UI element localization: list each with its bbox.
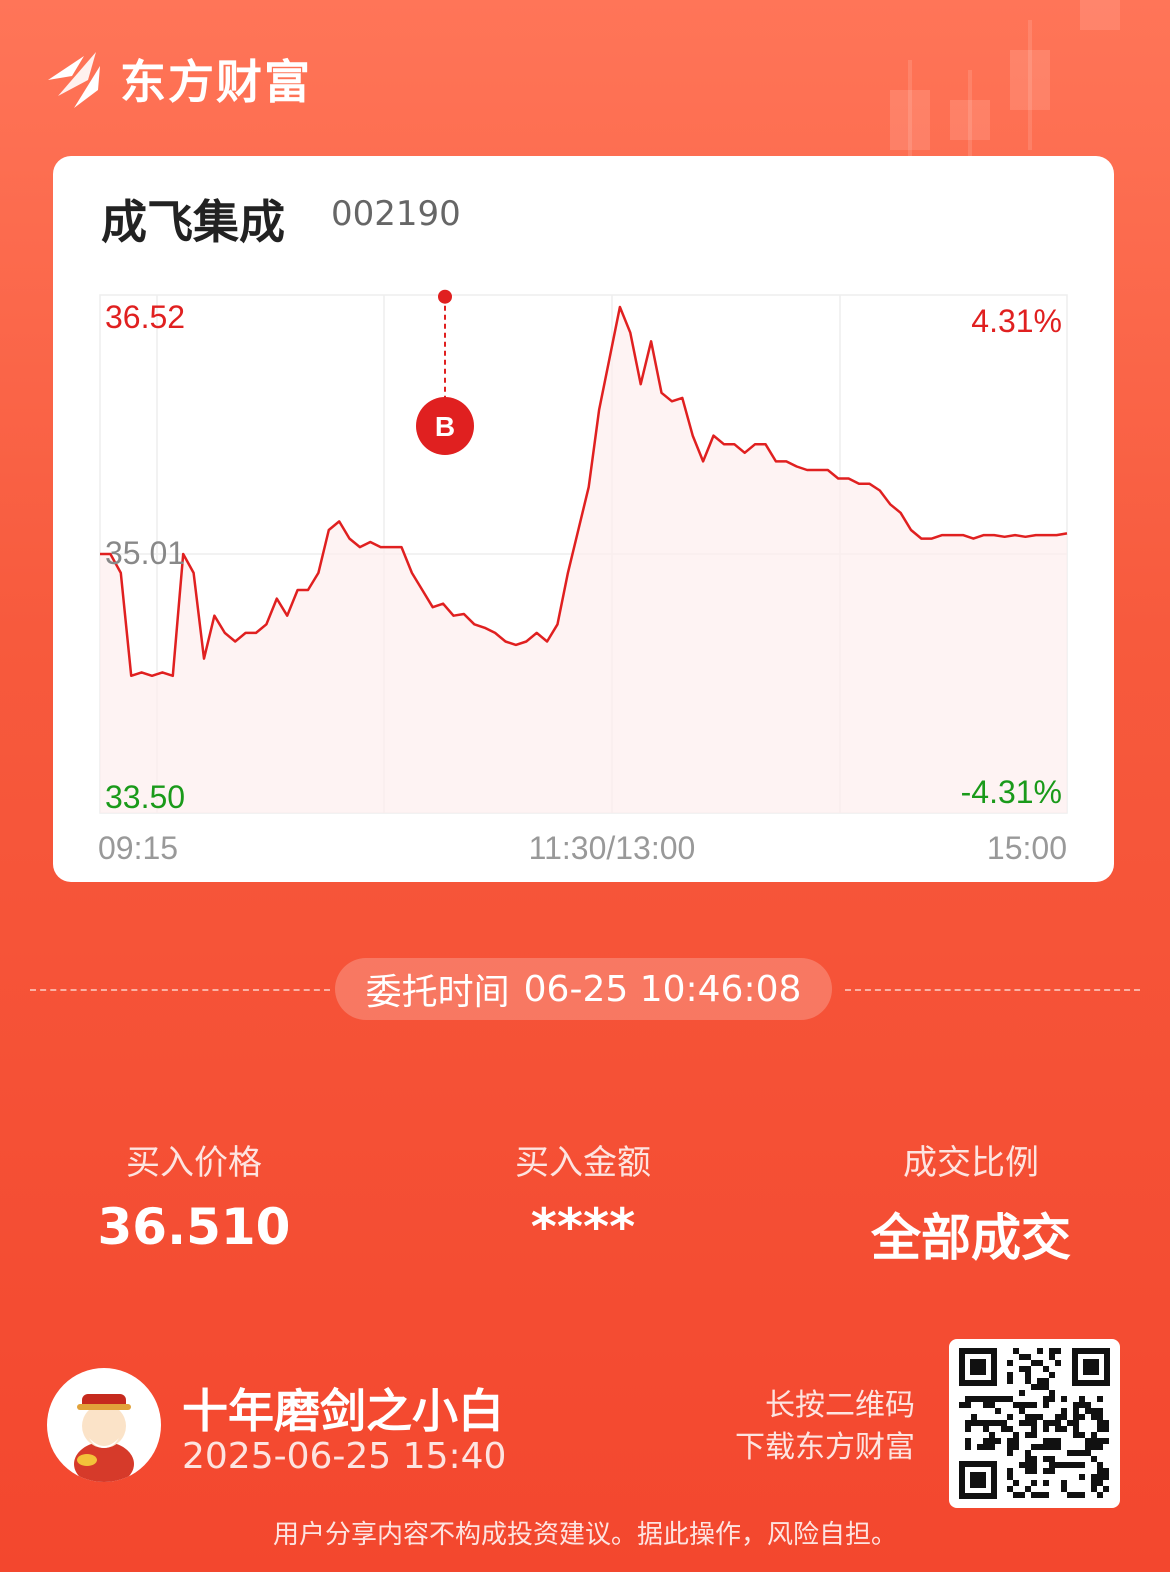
x-tick-midday: 11:30/13:00 bbox=[529, 830, 696, 866]
x-tick-open: 09:15 bbox=[98, 830, 178, 866]
fill-ratio-stat: 成交比例 全部成交 bbox=[791, 1135, 1151, 1270]
qr-hint-line1: 长按二维码 bbox=[765, 1388, 915, 1423]
y-tick-right-low: -4.31% bbox=[961, 774, 1062, 810]
buy-marker: B bbox=[416, 289, 474, 455]
candlestick-decoration bbox=[890, 0, 1120, 180]
user-name: 十年磨剑之小白 bbox=[182, 1384, 504, 1438]
disclaimer: 用户分享内容不构成投资建议。据此操作，风险自担。 bbox=[272, 1520, 897, 1550]
fill-ratio-value: 全部成交 bbox=[871, 1209, 1071, 1267]
order-time-pill: 委托时间 06-25 10:46:08 bbox=[335, 958, 832, 1020]
brand-icon bbox=[48, 52, 100, 108]
price-area-fill bbox=[100, 307, 1067, 813]
order-time-label: 委托时间 bbox=[365, 972, 510, 1013]
buy-amount-value: **** bbox=[530, 1198, 636, 1256]
y-tick-mid: 35.01 bbox=[105, 535, 185, 571]
qr-code-image bbox=[959, 1348, 1110, 1499]
buy-amount-label: 买入金额 bbox=[515, 1143, 651, 1183]
y-tick-low: 33.50 bbox=[105, 779, 185, 815]
y-tick-right-high: 4.31% bbox=[971, 303, 1062, 339]
fill-ratio-label: 成交比例 bbox=[903, 1143, 1039, 1183]
divider-left bbox=[30, 989, 330, 991]
avatar-image bbox=[74, 1394, 134, 1482]
stock-chart-card: 成飞集成 002190 B 36.52 35.01 33.50 4.31% -4… bbox=[53, 156, 1114, 882]
x-tick-close: 15:00 bbox=[987, 830, 1067, 866]
buy-marker-label: B bbox=[435, 411, 455, 442]
buy-price-value: 36.510 bbox=[97, 1198, 291, 1256]
qr-hint: 长按二维码 下载东方财富 bbox=[655, 1385, 915, 1469]
qr-code[interactable] bbox=[949, 1339, 1120, 1508]
intraday-chart: B 36.52 35.01 33.50 4.31% -4.31% 09:15 1… bbox=[98, 289, 1068, 866]
buy-amount-stat: 买入金额 **** bbox=[403, 1135, 763, 1256]
buy-price-label: 买入价格 bbox=[126, 1143, 262, 1183]
divider-right bbox=[845, 989, 1140, 991]
qr-hint-line2: 下载东方财富 bbox=[735, 1430, 915, 1465]
y-tick-high: 36.52 bbox=[105, 299, 185, 335]
share-datetime: 2025-06-25 15:40 bbox=[182, 1436, 507, 1477]
brand-logo: 东方财富 bbox=[44, 44, 312, 114]
buy-price-stat: 买入价格 36.510 bbox=[14, 1135, 374, 1256]
brand-name: 东方财富 bbox=[120, 55, 312, 109]
user-avatar[interactable] bbox=[47, 1368, 161, 1482]
order-time-value: 06-25 10:46:08 bbox=[523, 968, 802, 1010]
